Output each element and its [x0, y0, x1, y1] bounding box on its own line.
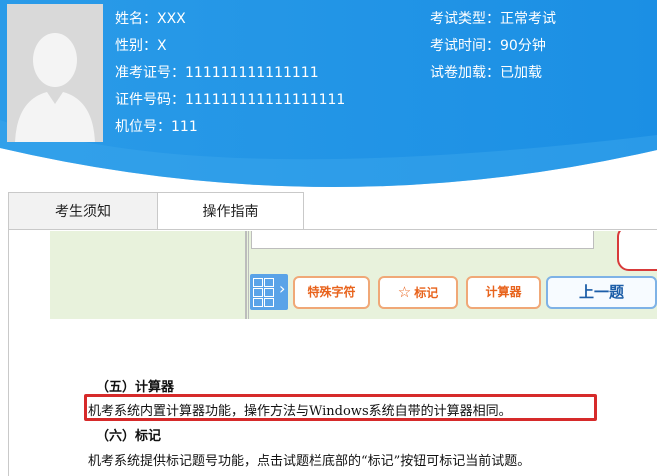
- section-mark-text: 机考系统提供标记题号功能，点击试题栏底部的“标记”按钮可标记当前试题。: [88, 454, 531, 469]
- candidate-info: 姓名：XXX 性别：X 准考证号：111111111111111 证件号码：11…: [115, 6, 345, 141]
- answer-input: ▼: [251, 231, 594, 249]
- seat-number: 机位号：111: [115, 119, 198, 135]
- special-chars-button: 特殊字符: [293, 276, 370, 309]
- section-calculator-title: （五）计算器: [96, 380, 175, 395]
- calculator-highlight-box: [84, 394, 597, 421]
- paper-status: 试卷加载：已加载: [430, 65, 542, 81]
- user-silhouette-icon: [7, 4, 103, 142]
- avatar: [7, 4, 103, 142]
- mark-label: 标记: [414, 286, 439, 300]
- exam-duration: 考试时间：90分钟: [430, 38, 546, 54]
- id-number: 证件号码：111111111111111111: [115, 92, 346, 108]
- tab-candidate-notice[interactable]: 考生须知: [8, 192, 157, 230]
- chevron-right-icon: ›: [279, 279, 286, 298]
- previous-question-button: 上一题: [546, 276, 657, 309]
- tab-operation-guide[interactable]: 操作指南: [157, 192, 304, 230]
- mark-button: ☆ 标记: [378, 276, 458, 309]
- exam-type: 考试类型：正常考试: [430, 11, 556, 27]
- candidate-header: 姓名：XXX 性别：X 准考证号：111111111111111 证件号码：11…: [0, 0, 657, 190]
- highlight-box: [617, 231, 657, 271]
- content-border: [8, 230, 9, 476]
- calculator-button: 计算器: [466, 276, 541, 309]
- star-icon: ☆: [397, 283, 412, 301]
- candidate-name: 姓名：XXX: [115, 11, 186, 27]
- candidate-gender: 性别：X: [115, 38, 167, 54]
- panel-divider-inner: [248, 231, 249, 319]
- tab-divider: [8, 229, 657, 230]
- exam-info: 考试类型：正常考试 考试时间：90分钟 试卷加载：已加载: [430, 6, 556, 87]
- guide-screenshot: ▼ › 特殊字符 ☆标记 计算器 上一题: [50, 231, 657, 319]
- section-mark-title: （六）标记: [96, 429, 162, 444]
- panel-divider: [245, 231, 247, 319]
- admission-number: 准考证号：111111111111111: [115, 65, 319, 81]
- tab-bar: 考生须知 操作指南: [8, 192, 304, 230]
